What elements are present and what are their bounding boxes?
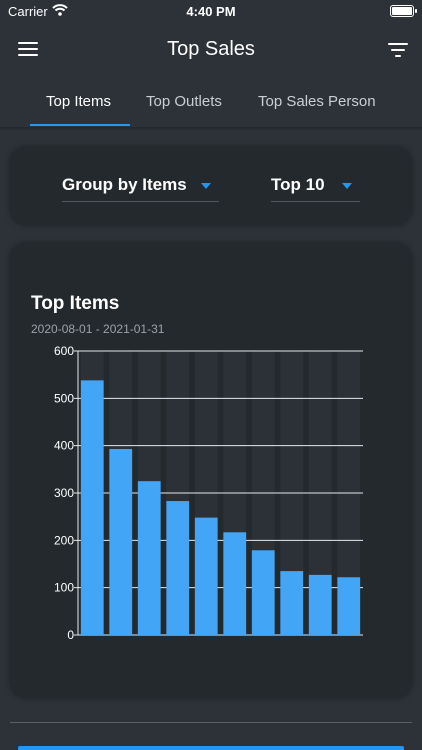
bar[interactable] [80,380,104,635]
bar[interactable] [308,574,332,635]
clock-time: 4:40 PM [186,4,236,19]
y-tick-label: 100 [54,581,74,595]
bar[interactable] [251,550,275,635]
group-by-value: Group by Items [62,175,187,194]
y-tick-label: 500 [54,391,74,405]
top-n-dropdown[interactable]: Top 10 [271,167,360,202]
y-tick-label: 300 [54,486,74,500]
tab-bar: Top Items Top Outlets Top Sales Person [0,80,422,128]
divider [10,722,412,723]
chevron-down-icon [201,183,211,189]
tab-top-items[interactable]: Top Items [46,93,111,110]
group-by-dropdown[interactable]: Group by Items [62,167,219,202]
bar[interactable] [109,448,133,635]
filter-card: Group by Items Top 10 [10,147,412,225]
bar[interactable] [137,481,161,635]
y-tick-label: 600 [54,344,74,358]
tab-top-sales-person[interactable]: Top Sales Person [258,93,376,110]
bar[interactable] [337,577,361,635]
battery-icon [390,5,417,17]
top-items-chart-card: Top Items 2020-08-01 - 2021-01-31 0 100 20… [10,243,412,698]
y-tick-label: 0 [67,628,74,642]
bar[interactable] [194,517,218,635]
filter-list-icon[interactable] [388,42,408,58]
navigation-bar: Top Sales [0,26,422,74]
chevron-down-icon [342,183,352,189]
top-n-value: Top 10 [271,175,325,194]
tabs-shadow [0,127,422,131]
bar[interactable] [166,501,190,635]
bar[interactable] [280,571,304,635]
active-tab-indicator [30,124,130,126]
page-title: Top Sales [167,38,255,60]
bottom-card-edge [18,746,404,750]
bar-chart: 0 100 200 300 400 500 600 [54,344,363,642]
bar[interactable] [223,532,247,635]
y-tick-label: 400 [54,439,74,453]
status-bar: Carrier 4:40 PM [0,0,422,24]
y-tick-label: 200 [54,533,74,547]
tab-top-outlets[interactable]: Top Outlets [146,93,222,110]
